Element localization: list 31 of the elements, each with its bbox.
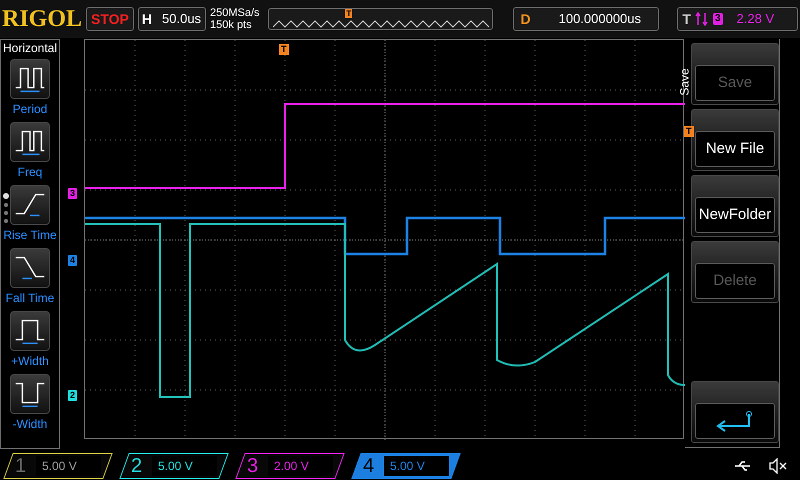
menu-button[interactable]: New File: [691, 109, 779, 171]
delay-value: 100.000000us: [558, 10, 642, 28]
trigger-marker: T: [345, 9, 352, 18]
channel-tab[interactable]: 4 5.00 V: [351, 453, 461, 479]
channel-marker: 4: [68, 255, 78, 266]
return-arrow-icon: [715, 410, 755, 432]
sample-rate: 250MSa/s: [210, 7, 261, 19]
menu-button[interactable]: NewFolder: [691, 175, 779, 237]
run-state[interactable]: STOP: [86, 7, 134, 31]
delay-label: D: [520, 10, 531, 28]
timebase-value: 50.0us: [162, 10, 202, 28]
trigger-label: T: [682, 10, 691, 28]
channel-tab[interactable]: 2 5.00 V: [119, 453, 229, 479]
measure-button[interactable]: Rise Time: [3, 185, 57, 245]
channel-marker: 2: [68, 390, 78, 401]
usb-icon: [734, 460, 752, 472]
memory-depth: 150k pts: [210, 19, 253, 31]
menu-title: Save: [676, 68, 693, 96]
brand-logo: RIGOL: [2, 7, 82, 31]
mute-icon: [768, 458, 788, 474]
timebase-label: H: [142, 10, 152, 28]
channel-tab[interactable]: 1 5.00 V: [3, 453, 113, 479]
trigger-position-marker: T: [279, 44, 288, 55]
channel-tab[interactable]: 3 2.00 V: [235, 453, 345, 479]
channel-marker: 3: [68, 188, 78, 199]
edge-icon: [694, 12, 709, 26]
back-button[interactable]: [691, 381, 779, 443]
trigger-level-marker: T: [684, 126, 694, 137]
trigger-source: 3: [712, 13, 723, 25]
menu-title: Horizontal: [2, 40, 58, 56]
trigger-level: 2.28 V: [736, 10, 774, 28]
